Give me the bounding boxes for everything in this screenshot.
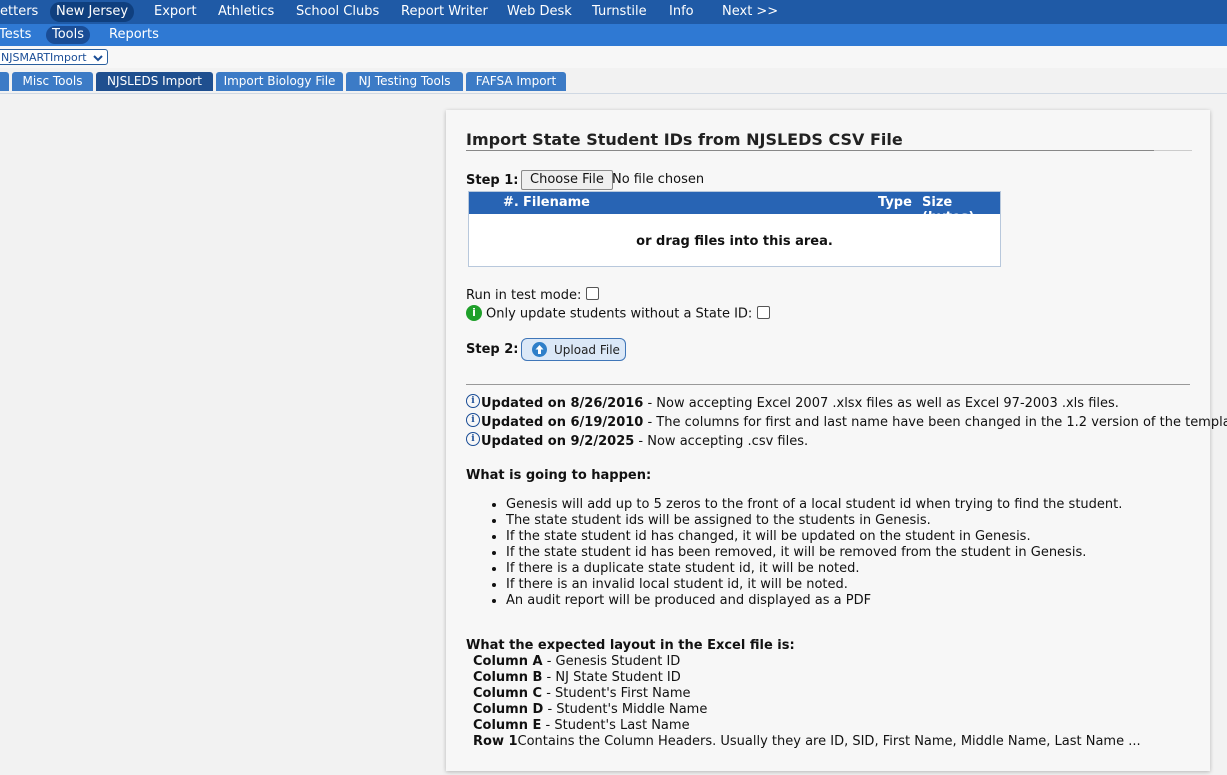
tab-bar: Misc Tools NJSLEDS Import Import Biology… [0, 68, 1227, 94]
layout-row: Column D - Student's Middle Name [473, 702, 707, 717]
only-update-row: i Only update students without a State ID… [466, 305, 771, 322]
update-note-2: i Updated on 6/19/2010 - The columns for … [466, 413, 1227, 430]
import-panel: Import State Student IDs from NJSLEDS CS… [446, 110, 1227, 771]
sub-nav: Tests Tools Reports [0, 24, 1227, 46]
list-item: If the state student id has changed, it … [506, 529, 1122, 545]
update-text: - Now accepting .csv files. [634, 434, 809, 449]
import-type-select-value: NJSMARTImport [1, 51, 87, 64]
layout-row: Column E - Student's Last Name [473, 718, 690, 733]
upload-file-label: Upload File [554, 343, 620, 357]
layout-desc: - Genesis Student ID [542, 654, 681, 669]
layout-key: Row 1 [473, 734, 518, 749]
nav-export[interactable]: Export [148, 2, 203, 22]
what-happens-list: Genesis will add up to 5 zeros to the fr… [466, 497, 1122, 609]
upload-file-button[interactable]: Upload File [521, 338, 626, 361]
nav-athletics[interactable]: Athletics [212, 2, 280, 22]
info-icon: i [466, 394, 480, 408]
nav-web-desk[interactable]: Web Desk [501, 2, 578, 22]
test-mode-checkbox[interactable] [586, 287, 600, 300]
drop-message: or drag files into this area. [636, 234, 833, 249]
nav-info[interactable]: Info [663, 2, 700, 22]
title-divider-end [1154, 150, 1192, 151]
top-nav: etters New Jersey Export Athletics Schoo… [0, 0, 1227, 24]
update-note-1: i Updated on 8/26/2016 - Now accepting Ex… [466, 394, 1119, 411]
what-happens-heading: What is going to happen: [466, 468, 652, 483]
only-update-checkbox[interactable] [757, 305, 771, 319]
update-date: Updated on 6/19/2010 [481, 415, 644, 430]
list-item: If there is a duplicate state student id… [506, 561, 1122, 577]
no-file-text: No file chosen [612, 172, 705, 187]
update-note-3: i Updated on 9/2/2025 - Now accepting .cs… [466, 432, 809, 449]
tab-njsleds-import[interactable]: NJSLEDS Import [96, 72, 213, 91]
layout-row: Row 1Contains the Column Headers. Usuall… [473, 734, 1141, 749]
section-divider [466, 384, 1190, 385]
subnav-reports[interactable]: Reports [103, 26, 165, 44]
list-item: An audit report will be produced and dis… [506, 593, 1122, 609]
test-mode-label: Run in test mode: [466, 288, 582, 303]
layout-desc: - NJ State Student ID [542, 670, 681, 685]
layout-key: Column C [473, 686, 543, 701]
layout-desc: Contains the Column Headers. Usually the… [517, 734, 1141, 749]
selector-bar: NJSMARTImport [0, 46, 1227, 68]
list-item: Genesis will add up to 5 zeros to the fr… [506, 497, 1122, 513]
layout-key: Column A [473, 654, 543, 669]
tab-misc-tools[interactable]: Misc Tools [12, 72, 93, 91]
test-mode-row: Run in test mode: [466, 287, 600, 303]
subnav-tools[interactable]: Tools [46, 26, 91, 44]
choose-file-button[interactable]: Choose File [521, 170, 613, 190]
step1-label: Step 1: [466, 173, 519, 188]
nav-turnstile[interactable]: Turnstile [586, 2, 653, 22]
update-date: Updated on 8/26/2016 [481, 396, 644, 411]
layout-key: Column E [473, 718, 542, 733]
nav-next[interactable]: Next >> [716, 2, 784, 22]
nav-report-writer[interactable]: Report Writer [395, 2, 494, 22]
layout-desc: - Student's Middle Name [543, 702, 708, 717]
layout-desc: - Student's First Name [542, 686, 691, 701]
layout-key: Column B [473, 670, 543, 685]
nav-school-clubs[interactable]: School Clubs [290, 2, 385, 22]
nav-new-jersey[interactable]: New Jersey [50, 2, 135, 22]
tab-import-biology-file[interactable]: Import Biology File [216, 72, 343, 91]
col-filename-header: Filename [523, 195, 590, 210]
tab-fafsa-import[interactable]: FAFSA Import [466, 72, 566, 91]
tab-hidden-left[interactable] [0, 72, 9, 91]
col-type-header: Type [878, 195, 912, 210]
update-text: - Now accepting Excel 2007 .xlsx files a… [643, 396, 1119, 411]
info-icon: i [466, 413, 480, 427]
layout-heading: What the expected layout in the Excel fi… [466, 638, 795, 653]
layout-key: Column D [473, 702, 544, 717]
import-type-select[interactable]: NJSMARTImport [0, 49, 108, 65]
info-icon: i [466, 305, 482, 321]
layout-desc: - Student's Last Name [541, 718, 690, 733]
list-item: If there is an invalid local student id,… [506, 577, 1122, 593]
update-text: - The columns for first and last name ha… [643, 415, 1227, 430]
upload-arrow-icon [532, 342, 547, 357]
layout-row: Column A - Genesis Student ID [473, 654, 680, 669]
page-title: Import State Student IDs from NJSLEDS CS… [466, 130, 903, 149]
update-date: Updated on 9/2/2025 [481, 434, 635, 449]
info-icon: i [466, 432, 480, 446]
tab-nj-testing-tools[interactable]: NJ Testing Tools [346, 72, 463, 91]
file-drop-zone[interactable]: #. Filename Type Size (bytes) or drag fi… [468, 191, 1001, 267]
step2-label: Step 2: [466, 342, 519, 357]
only-update-label: Only update students without a State ID: [486, 306, 753, 322]
layout-row: Column B - NJ State Student ID [473, 670, 681, 685]
list-item: If the state student id has been removed… [506, 545, 1122, 561]
nav-letters[interactable]: etters [0, 2, 44, 22]
col-size-header: Size (bytes) [922, 195, 975, 225]
title-divider [466, 150, 1192, 151]
subnav-tests[interactable]: Tests [0, 26, 37, 44]
list-item: The state student ids will be assigned t… [506, 513, 1122, 529]
file-table-header: #. Filename Type Size (bytes) [469, 192, 1000, 225]
col-num-header: #. [503, 195, 519, 210]
layout-row: Column C - Student's First Name [473, 686, 691, 701]
